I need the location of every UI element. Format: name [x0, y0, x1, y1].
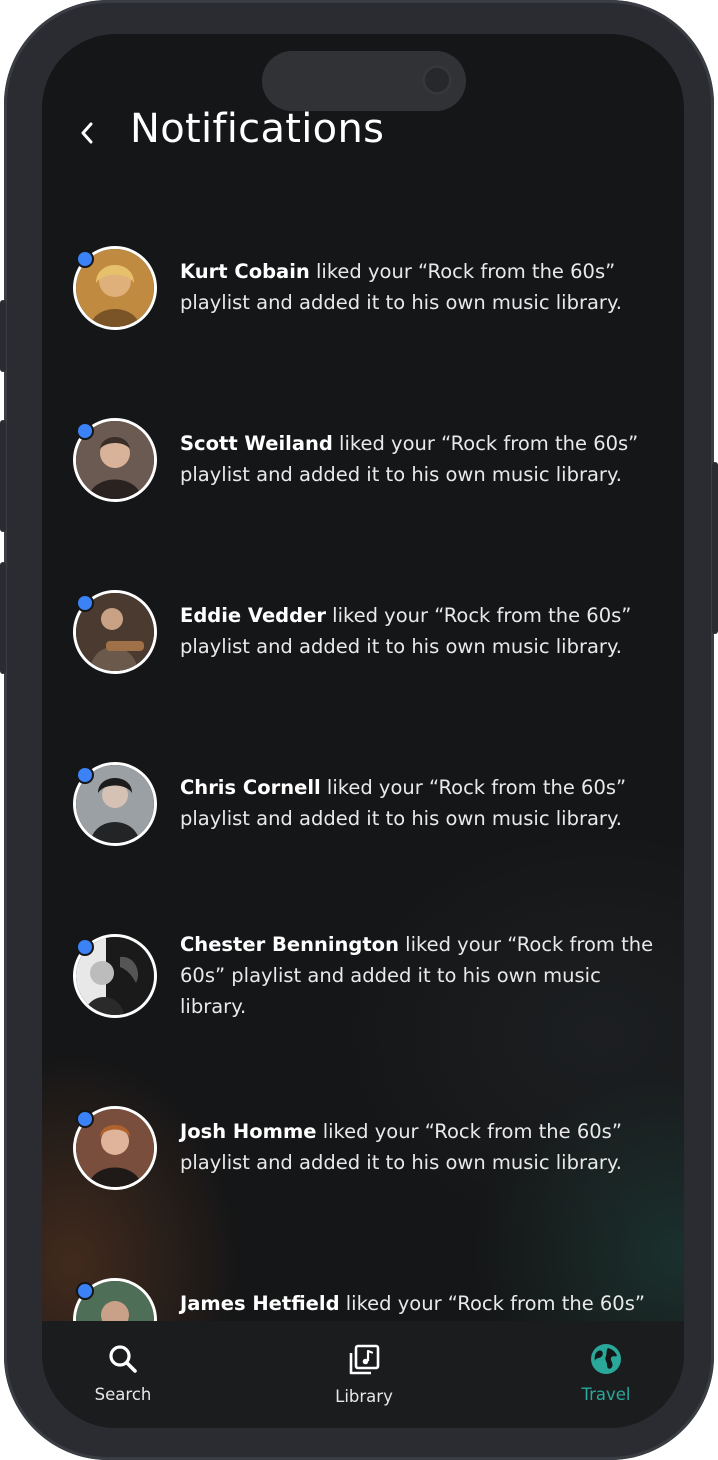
unread-dot [76, 938, 94, 956]
globe-icon [591, 1344, 621, 1374]
tab-label: Travel [581, 1385, 631, 1404]
notification-name: Josh Homme [180, 1120, 317, 1143]
header: Notifications [42, 104, 684, 164]
tab-travel[interactable]: Travel [546, 1343, 666, 1404]
notification-name: Eddie Vedder [180, 604, 326, 627]
notification-text: Chester Bennington liked your “Rock from… [180, 929, 660, 1022]
notification-name: Scott Weiland [180, 432, 333, 455]
side-button [0, 562, 6, 674]
notification-text: Josh Homme liked your “Rock from the 60s… [180, 1116, 660, 1178]
page-title: Notifications [130, 106, 385, 152]
back-button[interactable] [72, 118, 102, 148]
notification-message: liked your “Rock from the 60s” [345, 1292, 645, 1315]
chevron-left-icon [81, 122, 93, 144]
side-button [0, 420, 6, 532]
notification-text: James Hetfield liked your “Rock from the… [180, 1288, 660, 1319]
unread-dot [76, 1110, 94, 1128]
notification-name: Chris Cornell [180, 776, 321, 799]
tab-library[interactable]: Library [304, 1343, 424, 1406]
tab-label: Library [335, 1387, 393, 1406]
notification-text: Eddie Vedder liked your “Rock from the 6… [180, 600, 660, 662]
unread-dot [76, 1282, 94, 1300]
tab-label: Search [94, 1385, 152, 1404]
notification-name: James Hetfield [180, 1292, 340, 1315]
library-icon [349, 1344, 380, 1375]
notification-text: Scott Weiland liked your “Rock from the … [180, 428, 660, 490]
side-button [0, 300, 6, 372]
phone-frame: Notifications Kurt Cobain liked your “Ro… [0, 0, 718, 1460]
unread-dot [76, 250, 94, 268]
notification-text: Chris Cornell liked your “Rock from the … [180, 772, 660, 834]
camera-icon [422, 65, 452, 95]
unread-dot [76, 422, 94, 440]
unread-dot [76, 594, 94, 612]
unread-dot [76, 766, 94, 784]
notification-name: Chester Bennington [180, 933, 399, 956]
tab-search[interactable]: Search [63, 1343, 183, 1404]
tab-bar: Search Library Travel [42, 1321, 684, 1428]
dynamic-island [262, 51, 466, 111]
search-icon [109, 1345, 137, 1373]
notification-name: Kurt Cobain [180, 260, 310, 283]
side-button [712, 462, 718, 634]
notification-text: Kurt Cobain liked your “Rock from the 60… [180, 256, 660, 318]
screen: Notifications Kurt Cobain liked your “Ro… [42, 34, 684, 1428]
